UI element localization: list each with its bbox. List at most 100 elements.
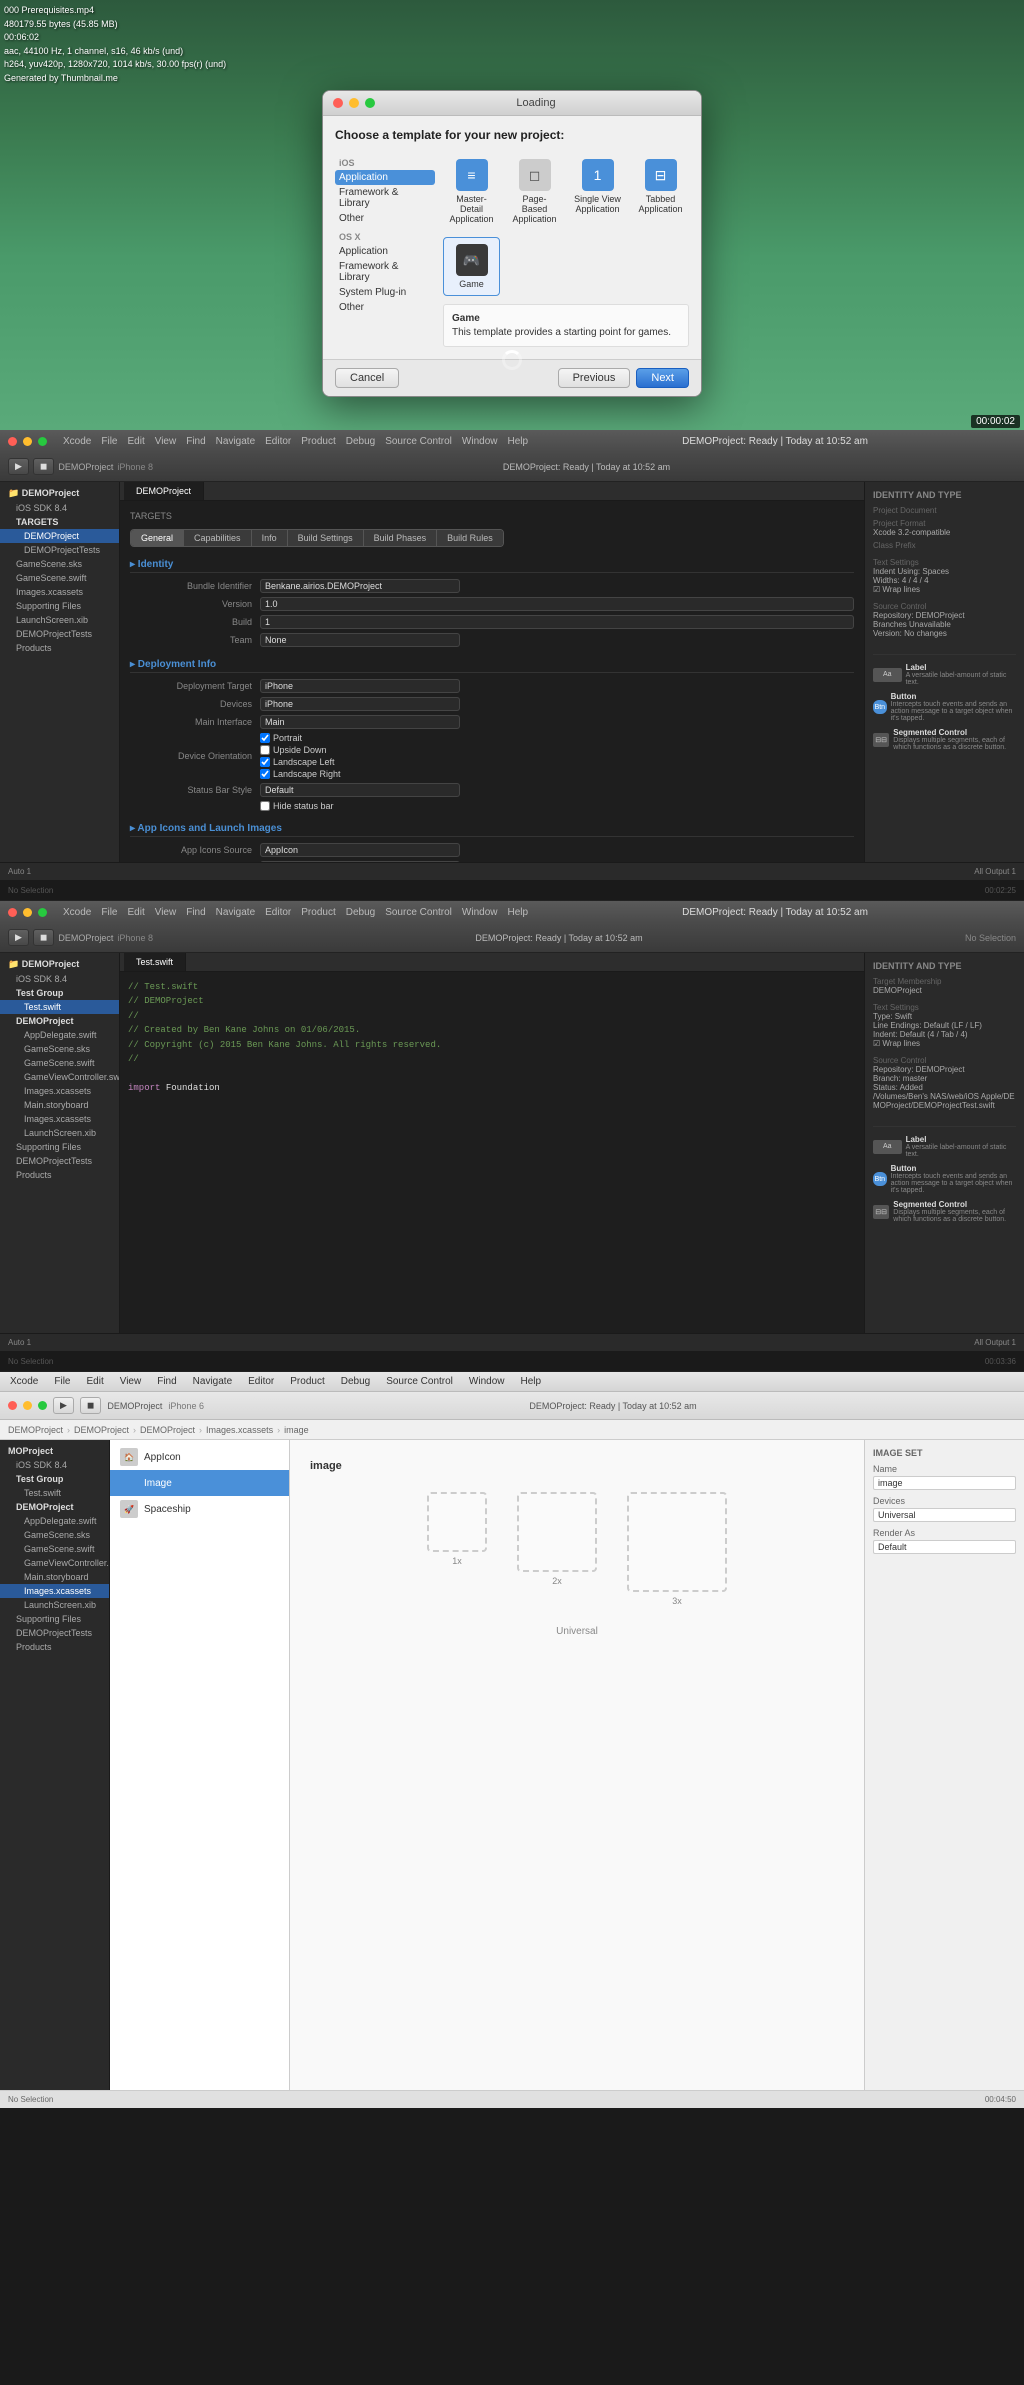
tree2-supporting[interactable]: Supporting Files	[0, 1140, 119, 1154]
version-value[interactable]: 1.0	[260, 597, 854, 611]
tree-gamescene-sks[interactable]: GameScene.sks	[0, 557, 119, 571]
tree3-supporting[interactable]: Supporting Files	[0, 1612, 109, 1626]
menu3-edit[interactable]: Edit	[86, 1376, 103, 1387]
tree-images[interactable]: Images.xcassets	[0, 585, 119, 599]
launch-images-value[interactable]: Use Asset Catalog	[260, 861, 460, 862]
tree2-demoproject[interactable]: 📁 DEMOProject	[0, 957, 119, 972]
tree-demoproject[interactable]: 📁 DEMOProject	[0, 486, 119, 501]
asset-image[interactable]: Image	[110, 1470, 289, 1496]
menu3-window[interactable]: Window	[469, 1376, 505, 1387]
settings-tab-capabilities[interactable]: Capabilities	[184, 530, 252, 546]
previous-button[interactable]: Previous	[558, 368, 631, 388]
status-bar-style-value[interactable]: Default	[260, 783, 460, 797]
menu2-find[interactable]: Find	[186, 907, 205, 918]
tree2-ios-sdk[interactable]: iOS SDK 8.4	[0, 972, 119, 986]
tab-test-swift[interactable]: Test.swift	[124, 953, 186, 971]
template-single-view[interactable]: 1 Single View Application	[569, 152, 626, 231]
win3-minimize[interactable]	[23, 1401, 32, 1410]
win2-close[interactable]	[8, 908, 17, 917]
menu2-debug[interactable]: Debug	[346, 907, 375, 918]
tree2-test-group[interactable]: Test Group	[0, 986, 119, 1000]
tree3-gamescene-swift[interactable]: GameScene.swift	[0, 1542, 109, 1556]
menu-window[interactable]: Window	[462, 436, 498, 447]
win-close[interactable]	[8, 437, 17, 446]
breadcrumb-3[interactable]: DEMOProject	[140, 1425, 195, 1435]
menu-edit[interactable]: Edit	[127, 436, 144, 447]
tree3-tests[interactable]: DEMOProjectTests	[0, 1626, 109, 1640]
win-minimize[interactable]	[23, 437, 32, 446]
tree2-products[interactable]: Products	[0, 1168, 119, 1182]
settings-tab-build-settings[interactable]: Build Settings	[288, 530, 364, 546]
tree-gamescene-swift[interactable]: GameScene.swift	[0, 571, 119, 585]
breadcrumb-4[interactable]: Images.xcassets	[206, 1425, 273, 1435]
tree3-images[interactable]: Images.xcassets	[0, 1584, 109, 1598]
build-value[interactable]: 1	[260, 615, 854, 629]
menu3-product[interactable]: Product	[290, 1376, 324, 1387]
tree3-appdelegate[interactable]: AppDelegate.swift	[0, 1514, 109, 1528]
minimize-dot[interactable]	[349, 98, 359, 108]
tree3-demoproject[interactable]: DEMOProject	[0, 1500, 109, 1514]
slot-3x-box[interactable]	[627, 1492, 727, 1592]
run-button-2[interactable]: ▶	[8, 929, 29, 946]
win2-minimize[interactable]	[23, 908, 32, 917]
tree3-main-storyboard[interactable]: Main.storyboard	[0, 1570, 109, 1584]
asset-appicon[interactable]: 🏠 AppIcon	[110, 1444, 289, 1470]
menu-xcode[interactable]: Xcode	[63, 436, 91, 447]
tree3-products[interactable]: Products	[0, 1640, 109, 1654]
menu3-file[interactable]: File	[54, 1376, 70, 1387]
menu-navigate[interactable]: Navigate	[216, 436, 255, 447]
orientation-portrait[interactable]: Portrait	[260, 733, 341, 743]
next-button[interactable]: Next	[636, 368, 689, 388]
win3-close[interactable]	[8, 1401, 17, 1410]
deploy-target-value[interactable]: iPhone	[260, 679, 460, 693]
tree3-moproject[interactable]: MOProject	[0, 1444, 109, 1458]
tree3-gameviewcontroller[interactable]: GameViewController.swift	[0, 1556, 109, 1570]
orientation-landscape-left[interactable]: Landscape Left	[260, 757, 341, 767]
menu3-view[interactable]: View	[120, 1376, 142, 1387]
bundle-id-value[interactable]: Benkane.airios.DEMOProject	[260, 579, 460, 593]
sidebar-application[interactable]: Application	[335, 170, 435, 185]
asset-devices-value[interactable]: Universal	[873, 1508, 1016, 1522]
tree2-gamescene-sks[interactable]: GameScene.sks	[0, 1042, 119, 1056]
settings-tab-build-phases[interactable]: Build Phases	[364, 530, 438, 546]
template-tabbed[interactable]: ⊟ Tabbed Application	[632, 152, 689, 231]
team-value[interactable]: None	[260, 633, 460, 647]
menu-editor[interactable]: Editor	[265, 436, 291, 447]
win-maximize[interactable]	[38, 437, 47, 446]
tree-demoprojecttests[interactable]: DEMOProjectTests	[0, 543, 119, 557]
tree-ios-sdk[interactable]: iOS SDK 8.4	[0, 501, 119, 515]
tree2-tests[interactable]: DEMOProjectTests	[0, 1154, 119, 1168]
tree2-main-storyboard[interactable]: Main.storyboard	[0, 1098, 119, 1112]
tree2-images[interactable]: Images.xcassets	[0, 1084, 119, 1098]
menu-help[interactable]: Help	[507, 436, 528, 447]
asset-name-input[interactable]	[873, 1476, 1016, 1490]
tree3-test-swift[interactable]: Test.swift	[0, 1486, 109, 1500]
tab-demoproject[interactable]: DEMOProject	[124, 482, 204, 500]
win2-maximize[interactable]	[38, 908, 47, 917]
hide-status-checkbox[interactable]: Hide status bar	[260, 801, 334, 811]
tree2-images2[interactable]: Images.xcassets	[0, 1112, 119, 1126]
run-button-3[interactable]: ▶	[53, 1397, 74, 1414]
settings-tab-general[interactable]: General	[131, 530, 184, 546]
template-game[interactable]: 🎮 Game	[443, 237, 500, 296]
breadcrumb-5[interactable]: image	[284, 1425, 309, 1435]
asset-spaceship[interactable]: 🚀 Spaceship	[110, 1496, 289, 1522]
tree-targets[interactable]: TARGETS	[0, 515, 119, 529]
menu-debug[interactable]: Debug	[346, 436, 375, 447]
sidebar-framework-osx[interactable]: Framework & Library	[335, 259, 435, 285]
sidebar-other-osx[interactable]: Other	[335, 300, 435, 315]
template-page-based[interactable]: ◻ Page-Based Application	[506, 152, 563, 231]
breadcrumb-1[interactable]: DEMOProject	[8, 1425, 63, 1435]
slot-2x-box[interactable]	[517, 1492, 597, 1572]
menu-file[interactable]: File	[101, 436, 117, 447]
maximize-dot[interactable]	[365, 98, 375, 108]
menu2-product[interactable]: Product	[301, 907, 335, 918]
app-icons-source-value[interactable]: AppIcon	[260, 843, 460, 857]
menu-find[interactable]: Find	[186, 436, 205, 447]
tree2-gamescene-swift[interactable]: GameScene.swift	[0, 1056, 119, 1070]
menu2-edit[interactable]: Edit	[127, 907, 144, 918]
tree2-appdelegate[interactable]: AppDelegate.swift	[0, 1028, 119, 1042]
tree-launchscreen[interactable]: LaunchScreen.xib	[0, 613, 119, 627]
stop-button[interactable]: ◼	[33, 458, 54, 475]
tree3-ios-sdk[interactable]: iOS SDK 8.4	[0, 1458, 109, 1472]
